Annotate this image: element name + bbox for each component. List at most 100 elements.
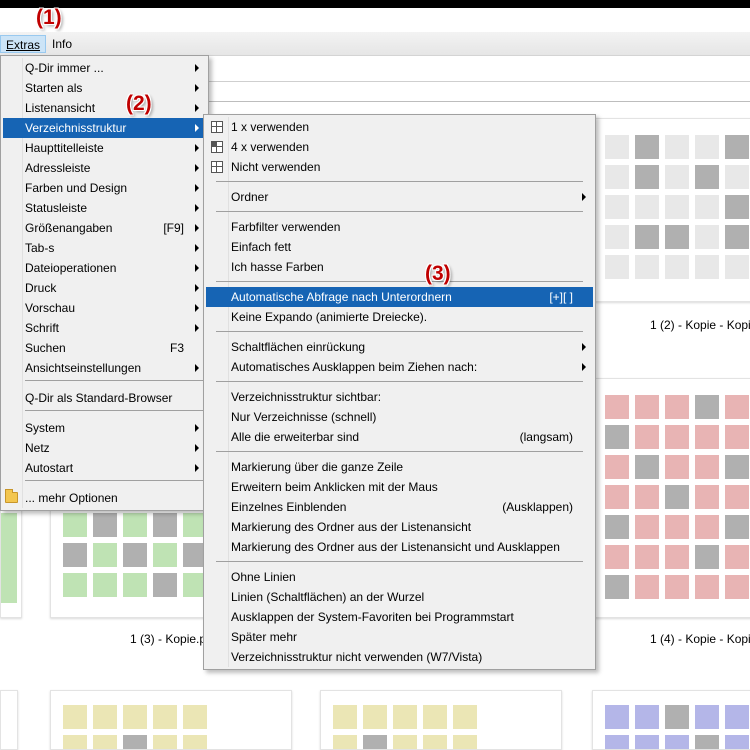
submenu-item-sichtbar-header: Verzeichnisstruktur sichtbar: bbox=[206, 387, 593, 407]
thumbnail-tile bbox=[153, 705, 177, 729]
address-bar[interactable] bbox=[200, 82, 750, 102]
thumbnail-partial-bottom-left[interactable] bbox=[0, 690, 18, 750]
submenu-item-ohne-linien[interactable]: Ohne Linien bbox=[206, 567, 593, 587]
thumbnail-image bbox=[57, 699, 213, 749]
menu-item-verzeichnisstruktur[interactable]: Verzeichnisstruktur bbox=[3, 118, 206, 138]
menu-item-ansichtseinstellungen[interactable]: Ansichtseinstellungen bbox=[3, 358, 206, 378]
menu-item-label: System bbox=[25, 421, 66, 435]
menu-item-tabs[interactable]: Tab-s bbox=[3, 238, 206, 258]
submenu-arrow-icon bbox=[195, 364, 199, 372]
submenu-item-ordner[interactable]: Ordner bbox=[206, 187, 593, 207]
thumbnail-tile bbox=[665, 735, 689, 749]
submenu-arrow-icon bbox=[195, 64, 199, 72]
window-top-edge bbox=[0, 0, 750, 8]
thumbnail-green[interactable] bbox=[50, 502, 210, 618]
menu-item-netz[interactable]: Netz bbox=[3, 438, 206, 458]
thumbnail-yellow-1[interactable] bbox=[50, 690, 292, 750]
thumbnail-tile bbox=[183, 735, 207, 749]
submenu-item-ausklappen-favoriten[interactable]: Ausklappen der System-Favoriten bei Prog… bbox=[206, 607, 593, 627]
submenu-item-nicht-verwenden[interactable]: Nicht verwenden bbox=[206, 157, 593, 177]
submenu-item-ich-hasse-farben[interactable]: Ich hasse Farben bbox=[206, 257, 593, 277]
thumbnail-tile bbox=[725, 515, 749, 539]
menu-item-label: Größenangaben bbox=[25, 221, 113, 235]
submenu-item-markierung-ganze-zeile[interactable]: Markierung über die ganze Zeile bbox=[206, 457, 593, 477]
menu-item-label: Schrift bbox=[25, 321, 60, 335]
no-pane-grid-icon bbox=[211, 161, 223, 173]
submenu-item-nicht-verwenden-w7[interactable]: Verzeichnisstruktur nicht verwenden (W7/… bbox=[206, 647, 593, 667]
submenu-item-auto-abfrage-unterordner[interactable]: Automatische Abfrage nach Unterordnern [+… bbox=[206, 287, 593, 307]
thumbnail-tile bbox=[605, 425, 629, 449]
menu-item-label: Listenansicht bbox=[25, 101, 96, 115]
thumbnail-tile bbox=[665, 515, 689, 539]
thumbnail-tile bbox=[423, 705, 447, 729]
menu-item-standard-browser[interactable]: Q-Dir als Standard-Browser bbox=[3, 388, 206, 408]
submenu-arrow-icon bbox=[195, 84, 199, 92]
submenu-item-shortcut: (langsam) bbox=[519, 430, 573, 444]
menu-item-adressleiste[interactable]: Adressleiste bbox=[3, 158, 206, 178]
thumbnail-tile bbox=[695, 735, 719, 749]
menu-item-dateioperationen[interactable]: Dateioperationen bbox=[3, 258, 206, 278]
thumbnail-image bbox=[599, 389, 750, 605]
thumbnail-tile bbox=[725, 735, 749, 749]
menu-separator bbox=[216, 381, 583, 382]
menu-item-q-dir-immer[interactable]: Q-Dir immer ... bbox=[3, 58, 206, 78]
thumbnail-tile bbox=[605, 545, 629, 569]
thumbnail-tile bbox=[725, 545, 749, 569]
thumbnail-tile bbox=[93, 735, 117, 749]
thumbnail-tile bbox=[635, 255, 659, 279]
thumbnail-tile bbox=[153, 735, 177, 749]
submenu-item-label: Keine Expando (animierte Dreiecke). bbox=[231, 310, 428, 324]
thumbnail-blue[interactable] bbox=[592, 690, 750, 750]
submenu-item-erweitern-anklicken[interactable]: Erweitern beim Anklicken mit der Maus bbox=[206, 477, 593, 497]
submenu-item-markierung-listenansicht-ausklappen[interactable]: Markierung des Ordner aus der Listenansi… bbox=[206, 537, 593, 557]
submenu-item-markierung-listenansicht[interactable]: Markierung des Ordner aus der Listenansi… bbox=[206, 517, 593, 537]
menu-item-label: Q-Dir immer ... bbox=[25, 61, 104, 75]
submenu-item-einfach-fett[interactable]: Einfach fett bbox=[206, 237, 593, 257]
menu-item-suchen[interactable]: Suchen F3 bbox=[3, 338, 206, 358]
submenu-arrow-icon bbox=[195, 244, 199, 252]
menu-item-starten-als[interactable]: Starten als bbox=[3, 78, 206, 98]
thumbnail-red[interactable] bbox=[592, 378, 750, 618]
submenu-item-auto-ausklappen-ziehen[interactable]: Automatisches Ausklappen beim Ziehen nac… bbox=[206, 357, 593, 377]
menu-item-listenansicht[interactable]: Listenansicht bbox=[3, 98, 206, 118]
submenu-item-label: Später mehr bbox=[231, 630, 298, 644]
submenu-item-linien-wurzel[interactable]: Linien (Schaltflächen) an der Wurzel bbox=[206, 587, 593, 607]
submenu-item-farbfilter[interactable]: Farbfilter verwenden bbox=[206, 217, 593, 237]
menu-item-autostart[interactable]: Autostart bbox=[3, 458, 206, 478]
thumbnail-yellow-2[interactable] bbox=[320, 690, 562, 750]
thumbnail-tile bbox=[695, 575, 719, 599]
thumbnail-tile bbox=[635, 195, 659, 219]
submenu-item-schaltflaechen-einrueckung[interactable]: Schaltflächen einrückung bbox=[206, 337, 593, 357]
menu-item-mehr-optionen[interactable]: ... mehr Optionen bbox=[3, 488, 206, 508]
submenu-item-alle-erweiterbar[interactable]: Alle die erweiterbar sind (langsam) bbox=[206, 427, 593, 447]
thumbnail-tile bbox=[665, 575, 689, 599]
menu-item-druck[interactable]: Druck bbox=[3, 278, 206, 298]
submenu-arrow-icon bbox=[195, 124, 199, 132]
menu-item-groessenangaben[interactable]: Größenangaben [F9] bbox=[3, 218, 206, 238]
thumbnail-tile bbox=[725, 705, 749, 729]
submenu-item-nur-verzeichnisse[interactable]: Nur Verzeichnisse (schnell) bbox=[206, 407, 593, 427]
submenu-arrow-icon bbox=[195, 224, 199, 232]
menu-item-farben-und-design[interactable]: Farben und Design bbox=[3, 178, 206, 198]
submenu-item-label: Schaltflächen einrückung bbox=[231, 340, 366, 354]
thumbnail-tile bbox=[93, 513, 117, 537]
single-pane-grid-icon bbox=[211, 121, 223, 133]
submenu-item-keine-expando[interactable]: Keine Expando (animierte Dreiecke). bbox=[206, 307, 593, 327]
submenu-arrow-icon bbox=[195, 264, 199, 272]
menu-item-statusleiste[interactable]: Statusleiste bbox=[3, 198, 206, 218]
menu-extras[interactable]: Extras bbox=[0, 35, 47, 53]
submenu-item-spaeter-mehr[interactable]: Später mehr bbox=[206, 627, 593, 647]
submenu-item-einzelnes-einblenden[interactable]: Einzelnes Einblenden (Ausklappen) bbox=[206, 497, 593, 517]
thumbnail-tile bbox=[695, 545, 719, 569]
menu-item-schrift[interactable]: Schrift bbox=[3, 318, 206, 338]
menu-item-system[interactable]: System bbox=[3, 418, 206, 438]
menu-item-haupttitelleiste[interactable]: Haupttitelleiste bbox=[3, 138, 206, 158]
thumbnail-tile bbox=[605, 455, 629, 479]
thumbnail-partial-left[interactable] bbox=[0, 502, 22, 618]
submenu-item-4x-verwenden[interactable]: 4 x verwenden bbox=[206, 137, 593, 157]
menu-info[interactable]: Info bbox=[47, 35, 77, 53]
menu-separator bbox=[216, 281, 583, 282]
submenu-item-1x-verwenden[interactable]: 1 x verwenden bbox=[206, 117, 593, 137]
menu-item-vorschau[interactable]: Vorschau bbox=[3, 298, 206, 318]
thumbnail-gray[interactable] bbox=[592, 118, 750, 302]
